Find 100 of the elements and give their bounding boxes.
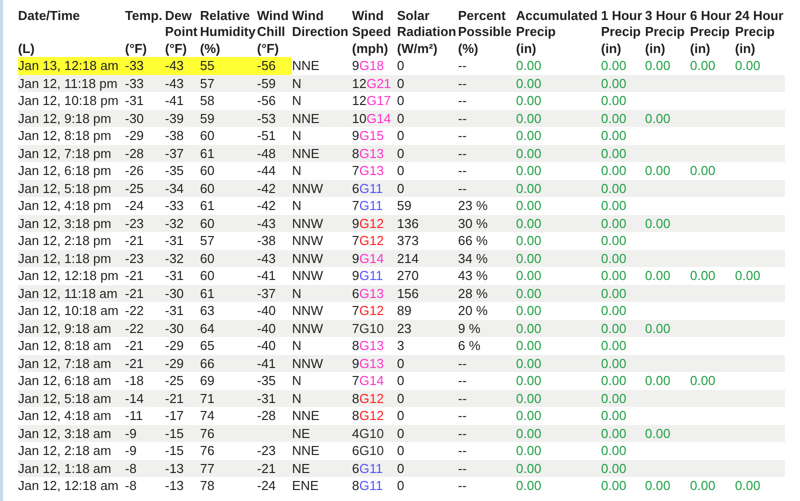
date-time-cell: Jan 12, 4:18 am <box>18 407 125 424</box>
precip-cell: 0.00 <box>690 372 735 390</box>
wind-chill-cell: -35 <box>257 372 292 390</box>
wind-gust: G13 <box>359 338 384 354</box>
precip-cell: 0.00 <box>601 477 645 494</box>
humidity-cell: 60 <box>200 214 257 232</box>
wind-speed: 4 <box>352 426 360 441</box>
wind-chill-cell: -51 <box>257 127 292 144</box>
wind-direction-cell: NNW <box>292 180 352 197</box>
humidity-cell: 71 <box>200 390 257 407</box>
solar-radiation-cell: 214 <box>397 250 458 267</box>
date-time-cell: Jan 13, 12:18 am <box>18 57 125 74</box>
temperature-cell: -8 <box>125 460 165 477</box>
precip-cell: 0.00 <box>601 232 645 250</box>
humidity-cell: 59 <box>200 110 257 127</box>
solar-radiation-cell: 0 <box>397 144 458 162</box>
column-header: Precip <box>516 24 557 40</box>
accumulated-precip-cell: 0.00 <box>516 250 601 267</box>
wind-direction-cell: NNW <box>292 320 352 337</box>
wind-chill-cell: -43 <box>257 250 292 267</box>
humidity-cell: 58 <box>200 92 257 110</box>
date-time-cell: Jan 12, 8:18 am <box>18 337 125 354</box>
accumulated-precip-cell: 0.00 <box>516 390 601 407</box>
date-time-cell: Jan 12, 12:18 pm <box>18 267 125 284</box>
solar-radiation-cell: 0 <box>397 162 458 180</box>
percent-possible-cell: 66 % <box>458 232 516 250</box>
date-time-cell: Jan 12, 7:18 pm <box>18 144 125 162</box>
wind-gust: G13 <box>359 146 384 161</box>
solar-radiation-cell: 0 <box>397 92 458 110</box>
solar-radiation-cell: 0 <box>397 110 458 127</box>
wind-speed: 7 <box>352 163 360 178</box>
precip-cell: 0.00 <box>645 267 690 284</box>
column-header: Direction <box>292 24 350 40</box>
solar-radiation-cell: 0 <box>397 477 458 494</box>
date-time-cell: Jan 12, 10:18 pm <box>18 92 125 110</box>
dew-point-cell: -13 <box>165 477 200 494</box>
wind-speed: 9 <box>352 216 360 231</box>
solar-radiation-cell: 3 <box>397 337 458 354</box>
date-time-cell: Jan 12, 2:18 am <box>18 442 125 460</box>
percent-possible-cell: -- <box>458 110 516 127</box>
column-unit: (in) <box>735 41 756 57</box>
wind-speed: 6 <box>352 460 360 476</box>
column-unit: (°F) <box>257 41 280 57</box>
wind-speed: 9 <box>352 58 360 74</box>
percent-possible-cell: -- <box>458 127 516 144</box>
dew-point-cell: -21 <box>165 390 200 407</box>
column-header: Precip <box>690 24 731 40</box>
column-unit: (°F) <box>125 41 148 57</box>
accumulated-precip-cell: 0.00 <box>516 92 601 110</box>
precip-cell: 0.00 <box>735 477 785 494</box>
percent-possible-cell: 43 % <box>458 267 516 284</box>
wind-direction-cell: NE <box>292 460 352 477</box>
wind-speed: 8 <box>352 390 360 406</box>
humidity-cell: 64 <box>200 320 257 337</box>
wind-direction-cell: N <box>292 197 352 214</box>
column-header: Humidity <box>200 24 257 40</box>
precip-cell: 0.00 <box>601 162 645 180</box>
accumulated-precip-cell: 0.00 <box>516 460 601 477</box>
date-time-cell: Jan 12, 11:18 pm <box>18 74 125 92</box>
temperature-cell: -21 <box>125 232 165 250</box>
humidity-cell: 78 <box>200 477 257 494</box>
column-unit: (in) <box>645 41 666 57</box>
percent-possible-cell: -- <box>458 354 516 372</box>
date-time-cell: Jan 12, 3:18 am <box>18 424 125 442</box>
column-header: Possible <box>458 24 512 40</box>
precip-cell: 0.00 <box>690 267 735 284</box>
wind-chill-cell: -37 <box>257 284 292 302</box>
wind-speed: 9 <box>352 268 360 284</box>
humidity-cell: 60 <box>200 250 257 267</box>
dew-point-cell: -31 <box>165 302 200 320</box>
precip-cell: 0.00 <box>601 442 645 460</box>
precip-cell: 0.00 <box>601 460 645 477</box>
percent-possible-cell: 9 % <box>458 320 516 337</box>
column-header: 6 Hour <box>690 8 732 24</box>
column-header: 1 Hour <box>601 8 644 24</box>
date-time-cell: Jan 12, 7:18 am <box>18 354 125 372</box>
wind-speed: 6 <box>352 286 360 301</box>
precip-cell: 0.00 <box>601 74 645 92</box>
wind-gust: G14 <box>359 373 384 388</box>
wind-gust: G13 <box>359 356 384 371</box>
column-header: Point <box>165 24 198 40</box>
dew-point-cell: -33 <box>165 197 200 214</box>
wind-chill-cell: -44 <box>257 162 292 180</box>
humidity-cell: 65 <box>200 337 257 354</box>
wind-gust: G15 <box>359 128 384 144</box>
humidity-cell: 69 <box>200 372 257 390</box>
date-time-cell: Jan 12, 2:18 pm <box>18 232 125 250</box>
accumulated-precip-cell: 0.00 <box>516 407 601 424</box>
column-header: Speed <box>352 24 392 40</box>
precip-cell: 0.00 <box>601 372 645 390</box>
date-time-cell: Jan 12, 6:18 pm <box>18 162 125 180</box>
temperature-cell: -29 <box>125 127 165 144</box>
wind-chill-cell: -24 <box>257 477 292 494</box>
accumulated-precip-cell: 0.00 <box>516 337 601 354</box>
temperature-cell: -8 <box>125 477 165 494</box>
humidity-cell: 60 <box>200 127 257 144</box>
column-header: Precip <box>645 24 686 40</box>
date-time-cell: Jan 12, 6:18 am <box>18 372 125 390</box>
accumulated-precip-cell: 0.00 <box>516 214 601 232</box>
wind-direction-cell: NNE <box>292 144 352 162</box>
